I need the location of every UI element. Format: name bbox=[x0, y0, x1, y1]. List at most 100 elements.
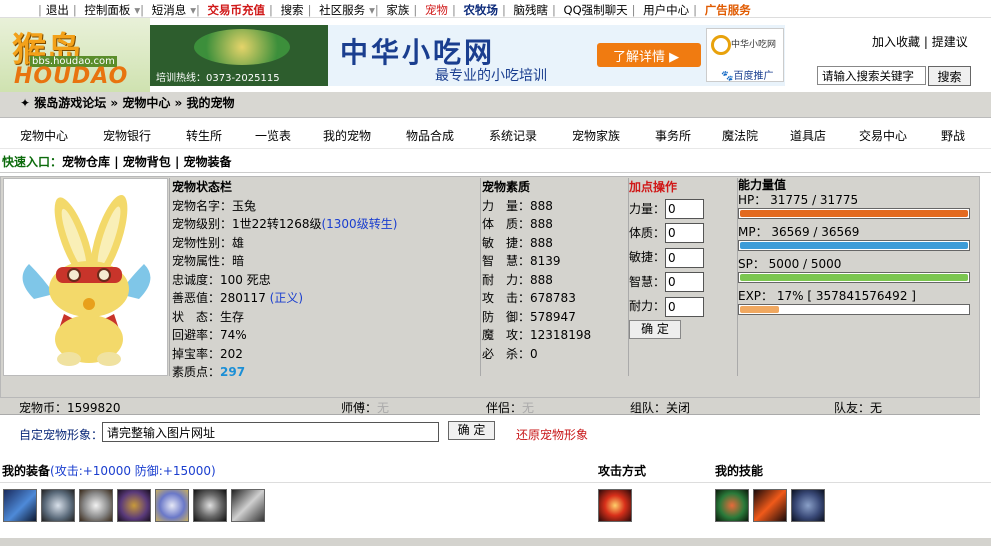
equip-armor-icon[interactable] bbox=[79, 489, 113, 522]
brain-link[interactable]: 脑残瞎 bbox=[512, 3, 551, 17]
custom-image-confirm-button[interactable]: 确 定 bbox=[448, 421, 495, 440]
equip-claw-icon[interactable] bbox=[231, 489, 265, 522]
menu-overview[interactable]: 一览表 bbox=[255, 127, 291, 144]
skill-beast-icon[interactable] bbox=[715, 489, 749, 522]
banner-phone-area: 培训热线：0373-2025115 bbox=[150, 25, 328, 86]
add-agility-label: 敏捷： bbox=[629, 250, 666, 265]
pet-level-note: (1300级转生) bbox=[321, 217, 398, 231]
add-endurance-input[interactable] bbox=[665, 296, 705, 317]
menu-records[interactable]: 系统记录 bbox=[489, 127, 537, 144]
search-input[interactable] bbox=[817, 66, 926, 85]
pet-state-label: 状 态： bbox=[172, 309, 221, 324]
logo-sub: HOUDAO bbox=[14, 64, 129, 89]
quick-warehouse[interactable]: 宠物仓库 bbox=[62, 155, 110, 169]
pet-loyalty-value: 100 死忠 bbox=[220, 272, 271, 287]
pet-level-label: 宠物级别： bbox=[172, 217, 233, 231]
skill-knight-icon[interactable] bbox=[791, 489, 825, 522]
site-logo[interactable]: 猴岛 bbs.houdao.com HOUDAO bbox=[0, 18, 150, 92]
food-image bbox=[194, 29, 290, 65]
bottom-bar bbox=[0, 538, 991, 546]
community-link[interactable]: 社区服务 bbox=[317, 3, 367, 17]
pet-image bbox=[3, 178, 168, 376]
user-center-link[interactable]: 用户中心 bbox=[641, 3, 691, 17]
qq-chat-link[interactable]: QQ强制聊天 bbox=[562, 3, 630, 17]
ad-service-link[interactable]: 广告服务 bbox=[703, 3, 753, 17]
menu-pet-center[interactable]: 宠物中心 bbox=[20, 127, 68, 144]
equip-shield-icon[interactable] bbox=[117, 489, 151, 522]
menu-my-pet[interactable]: 我的宠物 bbox=[323, 127, 371, 144]
menu-pet-bank[interactable]: 宠物银行 bbox=[103, 127, 151, 144]
add-constitution-label: 体质： bbox=[629, 225, 666, 240]
menu-synthesis[interactable]: 物品合成 bbox=[406, 127, 454, 144]
rabbit-pet-icon bbox=[22, 194, 151, 366]
logout-link[interactable]: 退出 bbox=[44, 3, 71, 17]
pet-quality-column: 宠物素质 力 量：888 体 质：888 敏 捷：888 智 慧：8139 耐 … bbox=[482, 178, 627, 363]
pet-points-label: 素质点： bbox=[172, 365, 221, 379]
add-strength-label: 力量： bbox=[629, 201, 666, 216]
menu-trade[interactable]: 交易中心 bbox=[859, 127, 907, 144]
quality-label: 魔 攻： bbox=[482, 328, 531, 342]
add-points-title: 加点操作 bbox=[629, 180, 678, 194]
add-strength-input[interactable] bbox=[665, 199, 705, 219]
pet-dodge-value: 74% bbox=[220, 328, 247, 342]
pet-link[interactable]: 宠物 bbox=[423, 3, 450, 17]
menu-pet-family[interactable]: 宠物家族 bbox=[572, 127, 620, 144]
mp-bar bbox=[738, 240, 970, 251]
coin-value: 1599820 bbox=[67, 401, 121, 415]
restore-image-link[interactable]: 还原宠物形象 bbox=[516, 426, 588, 443]
paw-icon: 🐾 bbox=[721, 71, 734, 82]
exp-bar bbox=[738, 304, 970, 315]
add-points-confirm-button[interactable]: 确 定 bbox=[629, 320, 681, 340]
quality-value: 888 bbox=[530, 198, 553, 213]
coin-label: 宠物币： bbox=[19, 401, 68, 415]
equip-sword-icon[interactable] bbox=[3, 489, 37, 522]
menu-rebirth[interactable]: 转生所 bbox=[186, 127, 222, 144]
quality-label: 力 量： bbox=[482, 198, 531, 213]
add-wisdom-input[interactable] bbox=[665, 272, 705, 293]
menu-shop[interactable]: 道具店 bbox=[790, 127, 826, 144]
add-constitution-input[interactable] bbox=[665, 223, 705, 244]
equip-ring-icon[interactable] bbox=[193, 489, 227, 522]
equipment-title: 我的装备 bbox=[2, 464, 51, 478]
equip-boots-icon[interactable] bbox=[155, 489, 189, 522]
banner-details-button[interactable]: 了解详情 ▶ bbox=[597, 43, 701, 67]
messages-link[interactable]: 短消息 bbox=[150, 3, 189, 17]
add-endurance-label: 耐力： bbox=[629, 299, 666, 314]
menu-office[interactable]: 事务所 bbox=[655, 127, 691, 144]
ability-title: 能力量值 bbox=[738, 178, 787, 192]
col-divider bbox=[480, 178, 481, 376]
attack-fire-icon[interactable] bbox=[598, 489, 632, 522]
add-agility-input[interactable] bbox=[665, 247, 705, 268]
menu-magic[interactable]: 魔法院 bbox=[722, 127, 758, 144]
recharge-link[interactable]: 交易币充值 bbox=[206, 3, 268, 17]
quality-label: 必 杀： bbox=[482, 346, 531, 361]
custom-image-input[interactable] bbox=[102, 422, 439, 442]
quality-label: 智 慧： bbox=[482, 254, 531, 268]
quick-backpack[interactable]: 宠物背包 bbox=[123, 155, 171, 169]
brand-baidu: 🐾百度推广 bbox=[721, 67, 773, 82]
quick-equipment[interactable]: 宠物装备 bbox=[184, 155, 232, 169]
breadcrumb-text[interactable]: 猴岛游戏论坛 » 宠物中心 » 我的宠物 bbox=[34, 96, 234, 110]
suggest-link[interactable]: 提建议 bbox=[932, 35, 968, 49]
add-favorite-link[interactable]: 加入收藏 bbox=[872, 35, 920, 49]
pet-name-label: 宠物名字： bbox=[172, 198, 233, 213]
search-button[interactable]: 搜索 bbox=[928, 66, 971, 86]
custom-image-row: 自定宠物形象： 确 定 还原宠物形象 bbox=[0, 418, 991, 448]
search-link[interactable]: 搜索 bbox=[279, 3, 306, 17]
breadcrumb: ✦ 猴岛游戏论坛 » 宠物中心 » 我的宠物 bbox=[0, 92, 991, 118]
equip-helmet-icon[interactable] bbox=[41, 489, 75, 522]
play-arrow-icon: ▶ bbox=[669, 50, 680, 65]
ad-banner[interactable]: 培训热线：0373-2025115 中华小吃网 最专业的小吃培训 了解详情 ▶ … bbox=[150, 25, 785, 86]
quality-value: 0 bbox=[530, 346, 538, 361]
family-link[interactable]: 家族 bbox=[384, 3, 411, 17]
ability-column: 能力量值 HP： 31775 / 31775 MP： 36569 / 36569… bbox=[738, 178, 976, 321]
menu-battle[interactable]: 野战 bbox=[941, 127, 965, 144]
quality-label: 体 质： bbox=[482, 217, 531, 231]
farm-link[interactable]: 农牧场 bbox=[461, 3, 500, 17]
custom-image-label: 自定宠物形象： bbox=[19, 428, 104, 442]
pet-info-strip: 宠物币：1599820 师傅：无 伴侣：无 组队：关闭 队友：无 bbox=[0, 398, 980, 415]
quality-value: 888 bbox=[530, 235, 553, 250]
control-panel-link[interactable]: 控制面板 bbox=[82, 3, 132, 17]
skill-flame-icon[interactable] bbox=[753, 489, 787, 522]
quality-value: 12318198 bbox=[530, 328, 592, 342]
